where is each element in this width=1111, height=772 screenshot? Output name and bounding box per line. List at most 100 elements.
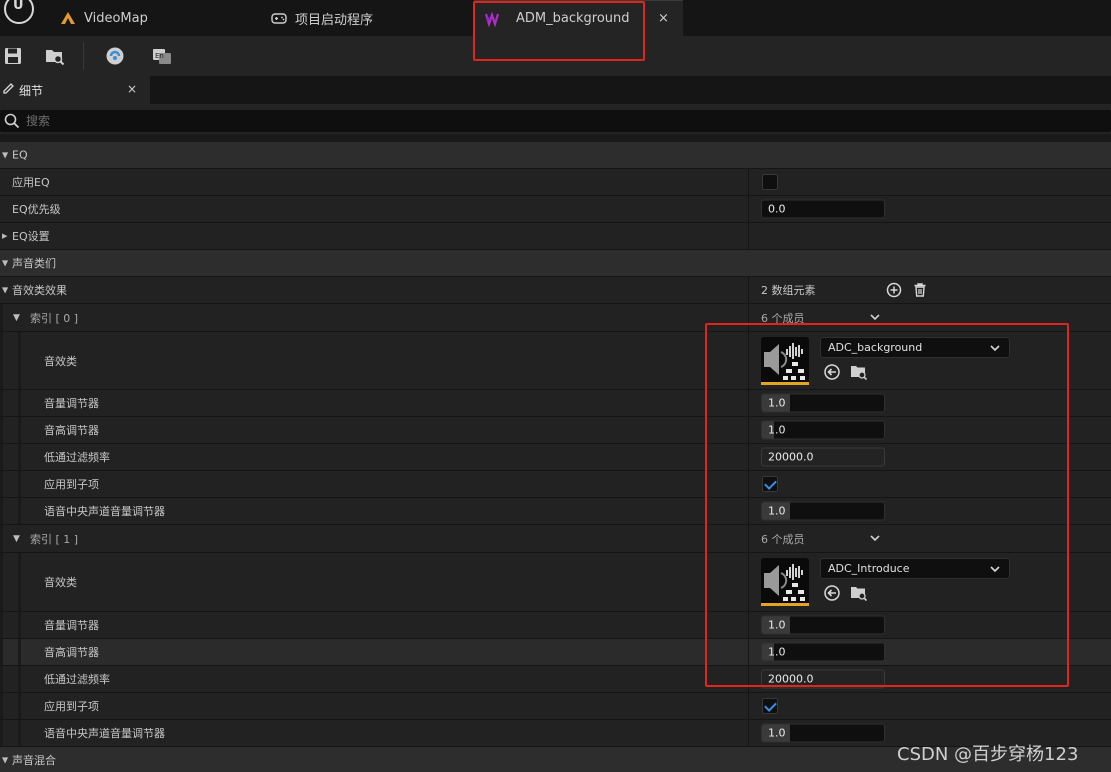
source-control-button[interactable]	[102, 43, 128, 69]
pitch-adjuster-input[interactable]: 1.0	[761, 420, 885, 440]
property-apply-eq: 应用EQ	[0, 169, 1111, 196]
property-sound-class-effects[interactable]: ▼ 音效类效果 2 数组元素	[0, 277, 1111, 304]
member-count: 6 个成员	[761, 311, 805, 325]
toolbar-divider	[83, 42, 84, 70]
tab-videomap[interactable]: VideoMap	[60, 0, 148, 36]
localization-icon: En	[153, 49, 171, 64]
sound-class-mix-icon	[484, 11, 500, 28]
collapse-arrow-icon: ▼	[2, 755, 9, 765]
browse-asset-icon[interactable]	[850, 363, 868, 381]
collapse-arrow-icon: ▼	[2, 150, 9, 160]
property-label: 语音中央声道音量调节器	[44, 505, 165, 518]
array-element-0[interactable]: ▼ 索引 [ 0 ] 6 个成员	[0, 304, 1111, 332]
property-label: 应用到子项	[44, 478, 99, 491]
save-button[interactable]	[0, 43, 26, 69]
apply-to-children-checkbox[interactable]	[762, 698, 778, 714]
property-label: 音效类	[44, 354, 77, 368]
save-icon	[5, 48, 21, 64]
property-label: 音高调节器	[44, 646, 99, 659]
category-eq[interactable]: ▼ EQ	[0, 142, 1111, 169]
details-title: 细节	[19, 83, 44, 98]
localization-button[interactable]: En	[149, 43, 175, 69]
toolbar: En	[0, 36, 1111, 76]
lowpass-frequency-input[interactable]: 20000.0	[761, 669, 885, 689]
collapse-arrow-icon[interactable]: ▼	[13, 534, 20, 544]
sound-class-thumbnail[interactable]	[761, 337, 809, 385]
property-lowpass-frequency: 低通过滤频率 20000.0	[0, 444, 1111, 471]
apply-eq-checkbox[interactable]	[762, 174, 778, 190]
member-count: 6 个成员	[761, 532, 805, 546]
sound-class-picker[interactable]: ADC_Introduce	[820, 558, 1010, 579]
chevron-down-icon[interactable]	[868, 310, 886, 328]
close-tab-icon[interactable]: ×	[658, 11, 669, 26]
chevron-down-icon[interactable]	[868, 531, 886, 549]
property-label: 音效类效果	[12, 284, 67, 297]
close-icon[interactable]: ×	[127, 82, 137, 96]
eq-priority-input[interactable]: 0.0	[761, 199, 885, 219]
property-label: 应用到子项	[44, 700, 99, 713]
apply-to-children-checkbox[interactable]	[762, 476, 778, 492]
property-label: 低通过滤频率	[44, 673, 110, 686]
tab-adm-background[interactable]: ADM_background	[474, 0, 683, 36]
details-tab-bar: 细节 ×	[0, 76, 1111, 104]
watermark-text: CSDN @百步穿杨123	[897, 744, 1079, 765]
property-label: 音量调节器	[44, 397, 99, 410]
property-label: 应用EQ	[12, 176, 50, 189]
property-center-channel-volume: 语音中央声道音量调节器 1.0	[0, 498, 1111, 525]
tab-label: VideoMap	[84, 10, 148, 26]
volume-adjuster-input[interactable]: 1.0	[761, 615, 885, 635]
pencil-icon	[2, 82, 15, 98]
add-element-icon[interactable]	[886, 282, 904, 300]
center-channel-volume-input[interactable]: 1.0	[761, 501, 885, 521]
level-map-icon	[60, 10, 76, 26]
sound-class-thumbnail[interactable]	[761, 558, 809, 606]
chevron-down-icon	[989, 342, 1001, 357]
property-label: 音效类	[44, 576, 77, 589]
index-label: 索引 [ 1 ]	[30, 532, 79, 546]
trash-icon[interactable]	[912, 282, 930, 300]
title-bar: U VideoMap 项目启动程序 ADM_background ×	[0, 0, 1111, 36]
category-label: 声音混合	[12, 754, 56, 767]
browse-to-asset-button[interactable]	[42, 43, 68, 69]
array-count: 2 数组元素	[761, 284, 816, 297]
source-control-icon	[106, 47, 124, 65]
property-volume-adjuster: 音量调节器 1.0	[0, 612, 1111, 639]
property-label: 语音中央声道音量调节器	[44, 727, 165, 740]
collapse-arrow-icon[interactable]: ▼	[13, 313, 20, 323]
expand-arrow-icon[interactable]: ▶	[2, 232, 7, 240]
property-pitch-adjuster: 音高调节器 1.0	[0, 417, 1111, 444]
tab-details[interactable]: 细节 ×	[0, 76, 150, 104]
lowpass-frequency-input[interactable]: 20000.0	[761, 447, 885, 467]
center-channel-volume-input[interactable]: 1.0	[761, 723, 885, 743]
property-eq-settings[interactable]: ▶ EQ设置	[0, 223, 1111, 250]
tab-project-launcher[interactable]: 项目启动程序	[271, 0, 373, 36]
collapse-arrow-icon[interactable]: ▼	[2, 286, 8, 295]
volume-adjuster-input[interactable]: 1.0	[761, 393, 885, 413]
browse-asset-icon[interactable]	[850, 584, 868, 602]
use-selected-asset-icon[interactable]	[823, 584, 841, 602]
tab-label: ADM_background	[516, 11, 630, 26]
tab-label: 项目启动程序	[295, 12, 374, 28]
pitch-adjuster-input[interactable]: 1.0	[761, 642, 885, 662]
property-apply-to-children: 应用到子项	[0, 693, 1111, 720]
chevron-down-icon	[989, 563, 1001, 578]
unreal-logo-icon[interactable]: U	[0, 0, 36, 30]
collapse-arrow-icon: ▼	[2, 258, 9, 268]
property-lowpass-frequency: 低通过滤频率 20000.0	[0, 666, 1111, 693]
search-bar	[0, 104, 1111, 134]
category-sound-classes[interactable]: ▼ 声音类们	[0, 250, 1111, 277]
category-label: EQ	[12, 148, 28, 162]
property-label: 低通过滤频率	[44, 451, 110, 464]
folder-search-icon	[46, 50, 65, 66]
search-input[interactable]	[26, 110, 926, 132]
array-element-1[interactable]: ▼ 索引 [ 1 ] 6 个成员	[0, 525, 1111, 553]
category-label: 声音类们	[12, 257, 56, 270]
search-icon	[4, 113, 20, 132]
property-sound-class: 音效类 ADC_Introduce	[0, 553, 1111, 612]
use-selected-asset-icon[interactable]	[823, 363, 841, 381]
property-label: EQ优先级	[12, 203, 61, 216]
index-label: 索引 [ 0 ]	[30, 311, 79, 325]
property-apply-to-children: 应用到子项	[0, 471, 1111, 498]
sound-class-picker[interactable]: ADC_background	[820, 337, 1010, 358]
property-label: 音高调节器	[44, 424, 99, 437]
